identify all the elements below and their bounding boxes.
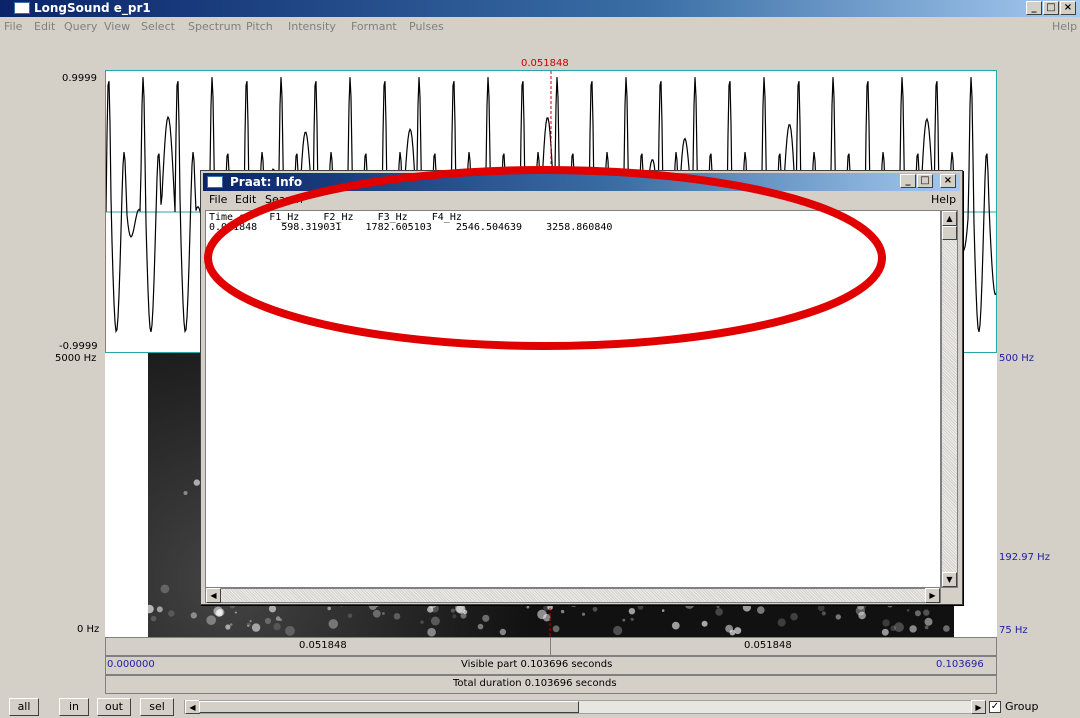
menu-intensity[interactable]: Intensity bbox=[288, 17, 336, 36]
info-scroll-up-icon[interactable]: ▲ bbox=[942, 211, 957, 226]
tier-right-time: 0.051848 bbox=[744, 640, 792, 651]
info-minimize-button[interactable]: _ bbox=[900, 174, 916, 188]
spectrogram-top-label: 5000 Hz bbox=[55, 353, 97, 364]
pitch-value-label: 192.97 Hz bbox=[999, 552, 1050, 563]
visible-end-time: 0.103696 bbox=[936, 659, 984, 670]
info-vertical-scrollbar[interactable]: ▲ ▼ bbox=[941, 210, 958, 588]
visible-start-time: 0.000000 bbox=[107, 659, 155, 670]
menu-select[interactable]: Select bbox=[141, 17, 175, 36]
menu-pulses[interactable]: Pulses bbox=[409, 17, 444, 36]
menu-formant[interactable]: Formant bbox=[351, 17, 397, 36]
info-menu-edit[interactable]: Edit bbox=[235, 192, 256, 208]
scroll-right-arrow-icon[interactable]: ▶ bbox=[971, 700, 986, 714]
total-duration-label: Total duration 0.103696 seconds bbox=[453, 678, 617, 689]
pitch-top-label: 500 Hz bbox=[999, 353, 1035, 364]
menu-query[interactable]: Query bbox=[64, 17, 97, 36]
menu-pitch[interactable]: Pitch bbox=[246, 17, 273, 36]
info-text-area[interactable]: Time_s F1_Hz F2_Hz F3_Hz F4_Hz 0.051848 5… bbox=[205, 210, 941, 588]
total-duration-bar[interactable]: Total duration 0.103696 seconds bbox=[105, 675, 997, 694]
menu-spectrum[interactable]: Spectrum bbox=[188, 17, 241, 36]
group-label: Group bbox=[1005, 700, 1039, 713]
info-horizontal-scrollbar[interactable]: ◀ ▶ bbox=[205, 588, 941, 603]
group-checkbox[interactable]: ✓ bbox=[989, 701, 1001, 713]
time-scrollbar[interactable]: ◀ ▶ bbox=[184, 700, 986, 714]
info-maximize-button[interactable]: □ bbox=[917, 174, 933, 188]
info-window-title: Praat: Info bbox=[230, 175, 303, 189]
info-window[interactable]: Praat: Info _ □ × File Edit Search Help … bbox=[200, 170, 963, 605]
cursor-time-label: 0.051848 bbox=[521, 58, 569, 69]
info-window-titlebar[interactable]: Praat: Info _ □ × bbox=[203, 173, 960, 191]
main-window-titlebar[interactable]: LongSound e_pr1 _ □ × bbox=[0, 0, 1080, 17]
wave-bottom-label: -0.9999 bbox=[59, 341, 98, 352]
info-menu-file[interactable]: File bbox=[209, 192, 227, 208]
zoom-selection-button[interactable]: sel bbox=[140, 698, 174, 716]
info-scroll-left-icon[interactable]: ◀ bbox=[206, 588, 221, 603]
minimize-button[interactable]: _ bbox=[1026, 1, 1042, 15]
info-menu-help[interactable]: Help bbox=[931, 192, 956, 208]
wave-top-label: 0.9999 bbox=[62, 73, 97, 84]
info-scroll-down-icon[interactable]: ▼ bbox=[942, 572, 957, 587]
zoom-all-button[interactable]: all bbox=[9, 698, 39, 716]
visible-part-label: Visible part 0.103696 seconds bbox=[461, 659, 613, 670]
praat-window-icon bbox=[14, 2, 30, 14]
menu-file[interactable]: File bbox=[4, 17, 22, 36]
tier-divider bbox=[550, 638, 551, 656]
menu-edit[interactable]: Edit bbox=[34, 17, 55, 36]
menu-help[interactable]: Help bbox=[1052, 17, 1077, 36]
info-menu-bar: File Edit Search Help bbox=[203, 192, 960, 208]
info-window-icon bbox=[207, 176, 223, 188]
scroll-left-arrow-icon[interactable]: ◀ bbox=[185, 700, 200, 714]
main-menu-bar: File Edit Query View Select Spectrum Pit… bbox=[0, 17, 1080, 36]
tier-left-time: 0.051848 bbox=[299, 640, 347, 651]
pitch-bottom-label: 75 Hz bbox=[999, 625, 1028, 636]
maximize-button[interactable]: □ bbox=[1043, 1, 1059, 15]
info-menu-search[interactable]: Search bbox=[265, 192, 303, 208]
main-window-title: LongSound e_pr1 bbox=[34, 1, 151, 15]
zoom-in-button[interactable]: in bbox=[59, 698, 89, 716]
zoom-out-button[interactable]: out bbox=[97, 698, 131, 716]
info-data-line: 0.051848 598.319031 1782.605103 2546.504… bbox=[209, 222, 613, 233]
bottom-toolbar: all in out sel ◀ ▶ ✓ Group bbox=[0, 696, 1080, 718]
scrollbar-thumb[interactable] bbox=[199, 701, 579, 713]
visible-part-bar[interactable]: 0.000000 Visible part 0.103696 seconds 0… bbox=[105, 656, 997, 675]
spectrogram-bottom-label: 0 Hz bbox=[77, 624, 100, 635]
info-scroll-right-icon[interactable]: ▶ bbox=[925, 588, 940, 603]
info-close-button[interactable]: × bbox=[940, 174, 956, 188]
menu-view[interactable]: View bbox=[104, 17, 130, 36]
selection-tier[interactable]: 0.051848 0.051848 bbox=[105, 637, 997, 656]
close-button[interactable]: × bbox=[1060, 1, 1076, 15]
info-scroll-thumb[interactable] bbox=[942, 226, 957, 240]
